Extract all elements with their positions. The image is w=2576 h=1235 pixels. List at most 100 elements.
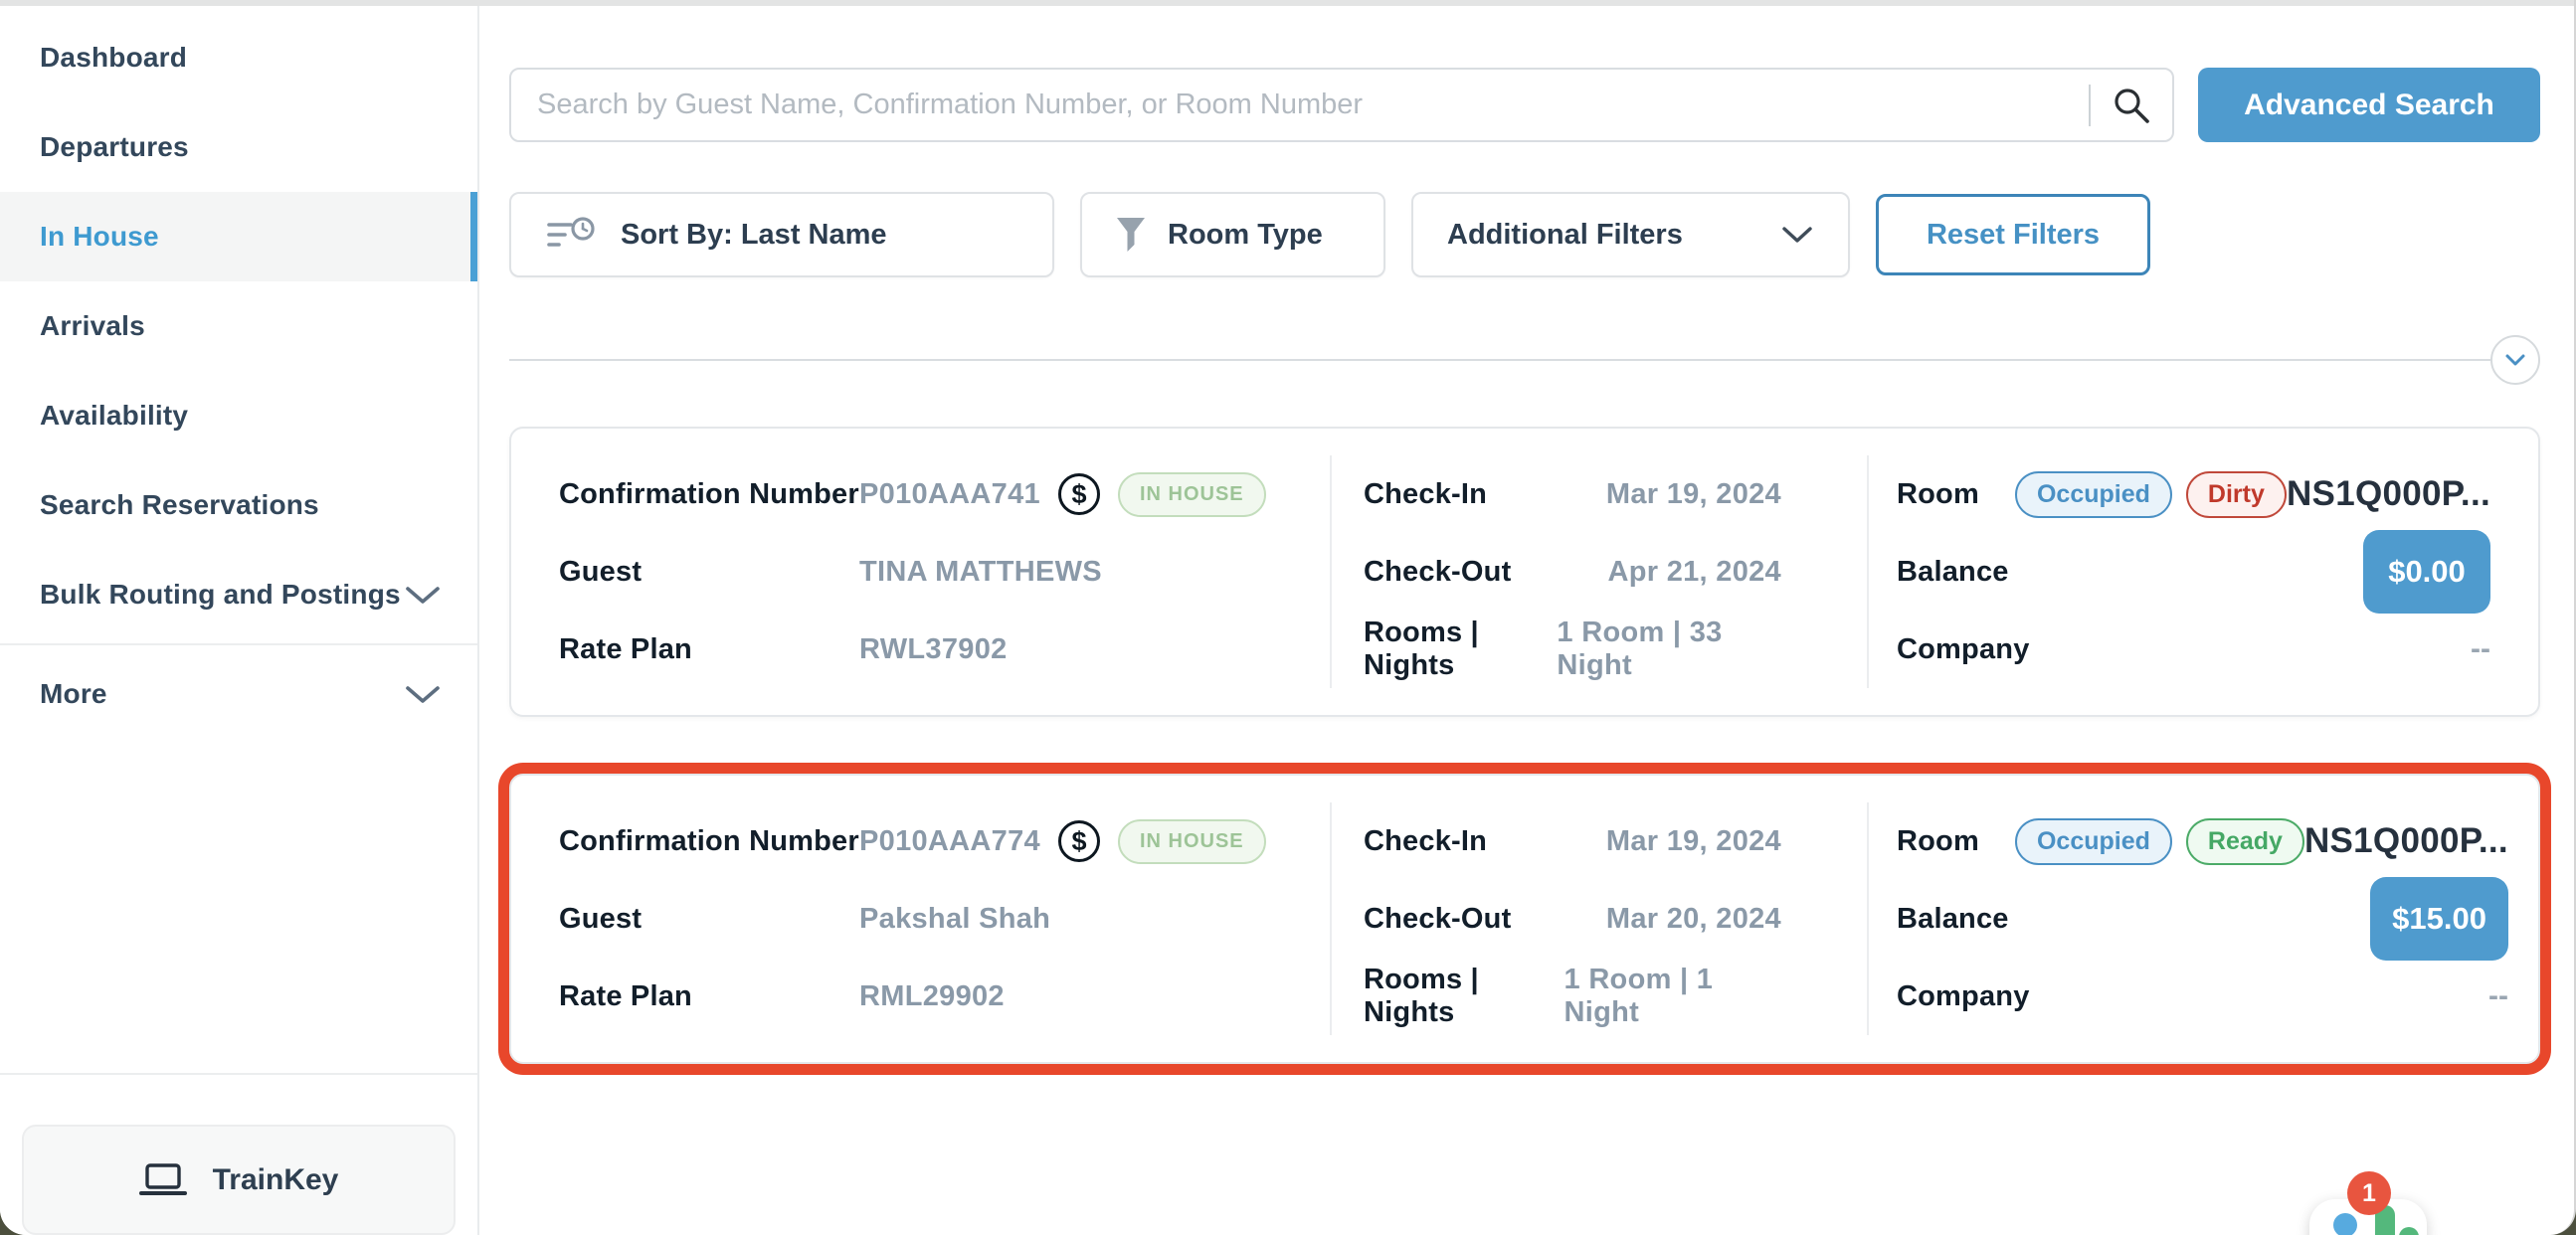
check-out-label: Check-Out <box>1364 903 1511 936</box>
guest-label: Guest <box>559 556 859 589</box>
folio-dollar-icon[interactable]: $ <box>1058 473 1100 515</box>
reset-filters-button[interactable]: Reset Filters <box>1876 194 2150 275</box>
company-row: Company -- <box>1897 611 2490 688</box>
sidebar-item-dashboard[interactable]: Dashboard <box>0 13 477 102</box>
additional-filters-label: Additional Filters <box>1447 219 1683 252</box>
sidebar-item-more[interactable]: More <box>0 649 477 739</box>
sidebar-item-label: Dashboard <box>40 42 187 74</box>
room-number: NS1Q000P... <box>2287 474 2490 514</box>
card-stay-column: Check-In Mar 19, 2024 Check-Out Apr 21, … <box>1330 455 1867 688</box>
confirmation-row: Confirmation Number P010AAA774 $ IN HOUS… <box>559 802 1290 880</box>
check-in-label: Check-In <box>1364 825 1487 858</box>
collapse-row <box>509 335 2540 385</box>
sidebar-item-label: Arrivals <box>40 310 145 342</box>
advanced-search-button[interactable]: Advanced Search <box>2198 68 2540 142</box>
room-number: NS1Q000P... <box>2304 821 2508 861</box>
chevron-down-icon <box>2504 353 2526 367</box>
people-icon <box>2333 1213 2357 1235</box>
search-icon <box>2111 85 2152 126</box>
guest-value: TINA MATTHEWS <box>859 556 1102 589</box>
status-badge: IN HOUSE <box>1118 819 1266 864</box>
sidebar-item-label: Search Reservations <box>40 489 319 521</box>
guest-value: Pakshal Shah <box>859 903 1050 936</box>
sidebar-item-label: Departures <box>40 131 189 163</box>
balance-label: Balance <box>1897 556 2009 589</box>
active-item-accent-bar <box>470 192 477 281</box>
collapse-toggle-button[interactable] <box>2490 335 2540 385</box>
check-out-label: Check-Out <box>1364 556 1511 589</box>
rooms-nights-value: 1 Room | 1 Night <box>1564 964 1781 1029</box>
housekeeping-status-pill: Dirty <box>2186 471 2287 518</box>
sidebar-item-bulk-routing[interactable]: Bulk Routing and Postings <box>0 550 477 639</box>
rooms-nights-label: Rooms | Nights <box>1364 964 1564 1029</box>
rooms-nights-row: Rooms | Nights 1 Room | 33 Night <box>1364 611 1781 688</box>
confirmation-row: Confirmation Number P010AAA741 $ IN HOUS… <box>559 455 1290 533</box>
card-guest-column: Confirmation Number P010AAA774 $ IN HOUS… <box>511 802 1330 1035</box>
chevron-down-icon <box>1780 225 1814 245</box>
confirmation-label: Confirmation Number <box>559 478 859 511</box>
confirmation-value: P010AAA774 <box>859 825 1040 858</box>
check-in-value: Mar 19, 2024 <box>1606 478 1781 511</box>
guest-label: Guest <box>559 903 859 936</box>
trainkey-label: TrainKey <box>213 1163 339 1197</box>
laptop-icon <box>139 1161 187 1199</box>
folio-dollar-icon[interactable]: $ <box>1058 820 1100 862</box>
search-button[interactable] <box>2091 70 2172 140</box>
sidebar-nav: Dashboard Departures In House Arrivals A… <box>0 6 477 739</box>
rate-plan-value: RML29902 <box>859 980 1005 1013</box>
card-guest-column: Confirmation Number P010AAA741 $ IN HOUS… <box>511 455 1330 688</box>
card-room-column: Room Occupied Dirty NS1Q000P... Balance <box>1867 455 2538 688</box>
check-out-value: Apr 21, 2024 <box>1608 556 1782 589</box>
notification-badge: 1 <box>2347 1171 2391 1215</box>
housekeeping-status-pill: Ready <box>2186 818 2304 865</box>
search-input[interactable] <box>511 88 2089 121</box>
occupancy-status-pill: Occupied <box>2015 818 2172 865</box>
company-label: Company <box>1897 633 2030 666</box>
reservation-card[interactable]: Confirmation Number P010AAA741 $ IN HOUS… <box>509 427 2540 717</box>
balance-row: Balance $0.00 <box>1897 533 2490 611</box>
sidebar-item-search-reservations[interactable]: Search Reservations <box>0 460 477 550</box>
balance-button[interactable]: $15.00 <box>2370 877 2508 961</box>
reservation-card-highlighted[interactable]: Confirmation Number P010AAA774 $ IN HOUS… <box>509 774 2540 1064</box>
check-out-row: Check-Out Mar 20, 2024 <box>1364 880 1781 958</box>
chevron-down-icon <box>404 683 442 705</box>
sort-icon <box>545 217 599 253</box>
sidebar-item-in-house[interactable]: In House <box>0 192 477 281</box>
sidebar-item-label: More <box>40 678 107 710</box>
room-label: Room <box>1897 825 1979 858</box>
rooms-nights-row: Rooms | Nights 1 Room | 1 Night <box>1364 958 1781 1035</box>
rate-plan-row: Rate Plan RWL37902 <box>559 611 1290 688</box>
chat-widget-button[interactable]: 1 <box>2309 1199 2427 1235</box>
sidebar-item-arrivals[interactable]: Arrivals <box>0 281 477 371</box>
additional-filters-button[interactable]: Additional Filters <box>1411 192 1850 277</box>
balance-button[interactable]: $0.00 <box>2363 530 2490 614</box>
room-row: Room Occupied Ready NS1Q000P... <box>1897 802 2508 880</box>
sidebar-item-availability[interactable]: Availability <box>0 371 477 460</box>
sidebar-item-label: Availability <box>40 400 188 432</box>
check-in-label: Check-In <box>1364 478 1487 511</box>
search-box <box>509 68 2174 142</box>
app-window: Dashboard Departures In House Arrivals A… <box>0 0 2576 1235</box>
occupancy-status-pill: Occupied <box>2015 471 2172 518</box>
company-label: Company <box>1897 980 2030 1013</box>
room-row: Room Occupied Dirty NS1Q000P... <box>1897 455 2490 533</box>
sidebar-item-label: In House <box>40 221 159 253</box>
trainkey-button[interactable]: TrainKey <box>22 1125 456 1235</box>
sidebar-divider <box>0 643 477 645</box>
rate-plan-row: Rate Plan RML29902 <box>559 958 1290 1035</box>
check-in-value: Mar 19, 2024 <box>1606 825 1781 858</box>
company-value: -- <box>2471 632 2490 666</box>
balance-label: Balance <box>1897 903 2009 936</box>
card-room-column: Room Occupied Ready NS1Q000P... Balance <box>1867 802 2556 1035</box>
main-content: Advanced Search Sort By: Last Name <box>479 6 2574 1235</box>
guest-row: Guest TINA MATTHEWS <box>559 533 1290 611</box>
sort-by-button[interactable]: Sort By: Last Name <box>509 192 1054 277</box>
room-type-button[interactable]: Room Type <box>1080 192 1385 277</box>
filter-funnel-icon <box>1116 217 1146 253</box>
reservation-list: Confirmation Number P010AAA741 $ IN HOUS… <box>509 427 2540 1064</box>
sidebar-item-label: Bulk Routing and Postings <box>40 579 401 611</box>
sidebar-item-departures[interactable]: Departures <box>0 102 477 192</box>
check-in-row: Check-In Mar 19, 2024 <box>1364 802 1781 880</box>
check-out-value: Mar 20, 2024 <box>1606 903 1781 936</box>
company-row: Company -- <box>1897 958 2508 1035</box>
